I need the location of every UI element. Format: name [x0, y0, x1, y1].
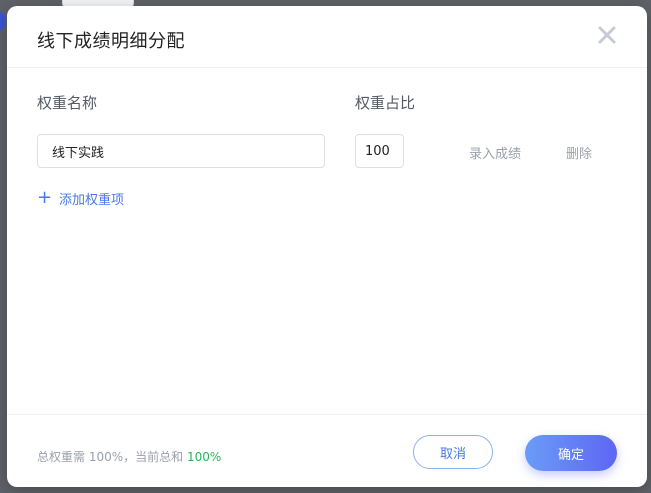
weight-total-note-text: 总权重需 100%，当前总和: [37, 450, 184, 464]
dialog-footer: 总权重需 100%，当前总和 100% 取消 确定: [7, 414, 647, 487]
cancel-button[interactable]: 取消: [413, 435, 493, 469]
delete-link[interactable]: 删除: [566, 143, 592, 162]
weight-name-column-label: 权重名称: [37, 94, 98, 112]
weight-ratio-input[interactable]: [355, 134, 404, 168]
dialog-title: 线下成绩明细分配: [37, 31, 185, 52]
enter-score-link[interactable]: 录入成绩: [469, 143, 521, 162]
add-weight-item-button[interactable]: + 添加权重项: [37, 188, 124, 208]
dialog-header: 线下成绩明细分配: [7, 6, 647, 68]
current-total-value: 100%: [186, 450, 222, 464]
background-avatar: [0, 10, 6, 32]
confirm-button[interactable]: 确定: [525, 435, 617, 471]
weight-allocation-dialog: 线下成绩明细分配 权重名称 权重占比 录入成绩 删除 + 添加权重项 总权重需 …: [7, 6, 647, 487]
weight-total-note: 总权重需 100%，当前总和 100%: [37, 448, 221, 465]
plus-icon: +: [37, 187, 53, 208]
weight-ratio-column-label: 权重占比: [355, 94, 416, 112]
weight-name-input[interactable]: [37, 134, 325, 168]
close-icon[interactable]: [596, 24, 618, 46]
add-weight-item-label: 添加权重项: [59, 192, 125, 208]
